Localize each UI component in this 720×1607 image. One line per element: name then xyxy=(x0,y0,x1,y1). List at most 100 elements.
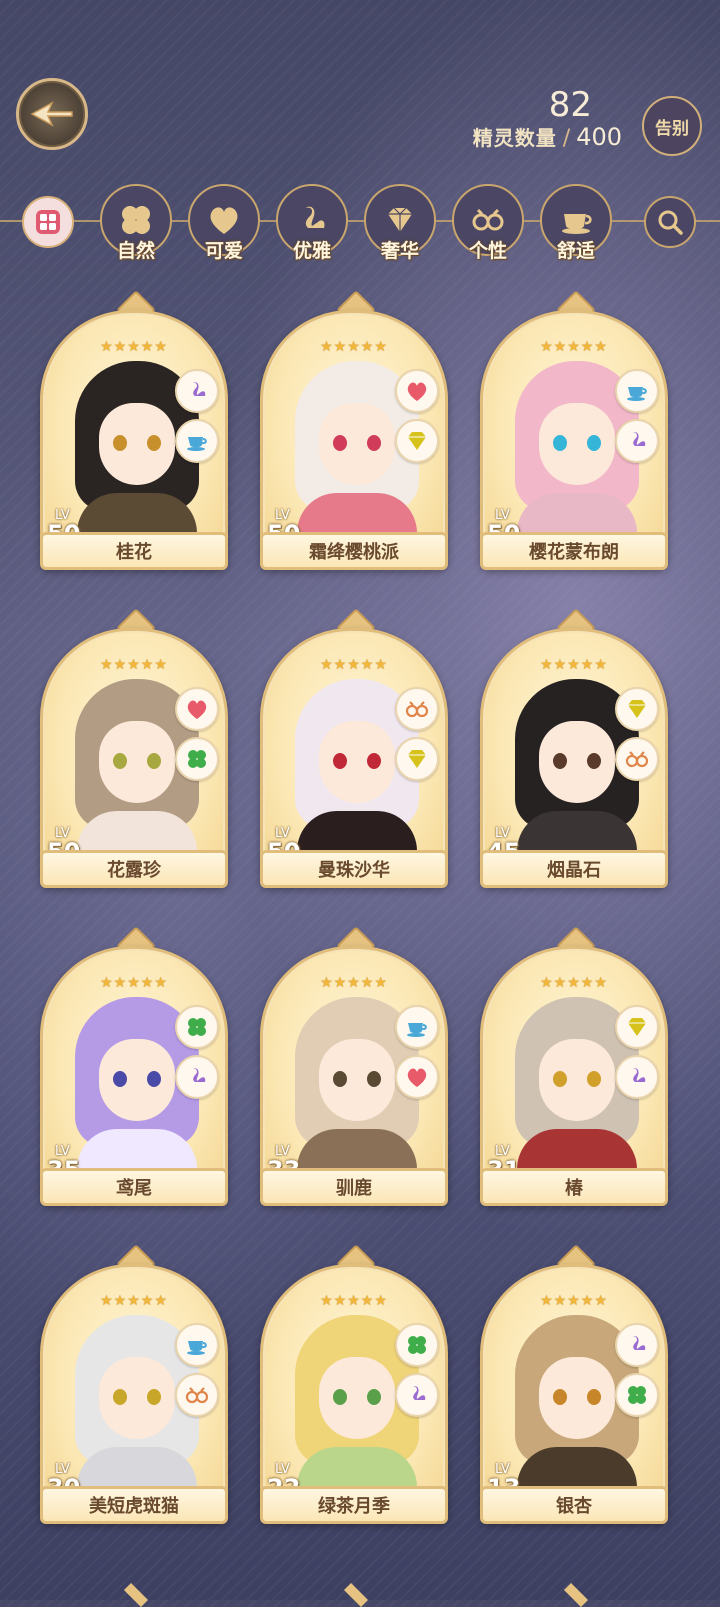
spirit-card[interactable]: ★★★★★ LV 30 美短虎斑猫 xyxy=(40,1244,228,1524)
rarity-stars: ★★★★★ xyxy=(320,339,388,355)
spirit-name: 樱花蒙布朗 xyxy=(480,532,668,570)
filter-all[interactable] xyxy=(10,184,82,256)
card-frame: ★★★★★ LV 50 xyxy=(480,310,668,568)
rarity-stars: ★★★★★ xyxy=(100,657,168,673)
swan-icon xyxy=(175,369,219,413)
rarity-stars: ★★★★★ xyxy=(320,975,388,991)
filter-luxury-label: 奢华 xyxy=(380,240,419,262)
spirit-card[interactable]: ★★★★★ LV 45 烟晶石 xyxy=(480,608,668,888)
farewell-label: 告别 xyxy=(655,118,689,139)
card-frame: ★★★★★ LV 35 xyxy=(40,946,228,1204)
card-frame: ★★★★★ LV 13 xyxy=(480,1264,668,1522)
diamond-icon xyxy=(395,737,439,781)
search-button[interactable] xyxy=(632,184,704,256)
spirit-card[interactable]: ★★★★★ LV 13 银杏 xyxy=(480,1244,668,1524)
rarity-stars: ★★★★★ xyxy=(540,657,608,673)
heart-icon xyxy=(395,369,439,413)
rarity-stars: ★★★★★ xyxy=(320,1293,388,1309)
card-frame: ★★★★★ LV 45 xyxy=(480,628,668,886)
spirit-name: 烟晶石 xyxy=(480,850,668,888)
spirit-name: 霜绛樱桃派 xyxy=(260,532,448,570)
diamond-icon xyxy=(615,687,659,731)
spirit-card[interactable]: ★★★★★ LV 35 鸢尾 xyxy=(40,926,228,1206)
clover-icon xyxy=(615,1373,659,1417)
spirit-card[interactable]: ★★★★★ LV 50 霜绛樱桃派 xyxy=(260,290,448,570)
card-frame: ★★★★★ LV 50 xyxy=(260,310,448,568)
teacup-icon xyxy=(562,214,592,234)
spirit-count-total: 400 xyxy=(576,123,622,151)
spirit-card[interactable]: ★★★★★ LV 31 椿 xyxy=(480,926,668,1206)
card-frame: ★★★★★ LV 31 xyxy=(480,946,668,1204)
glasses-icon xyxy=(615,737,659,781)
filter-nature-label: 自然 xyxy=(116,240,155,262)
slash-divider: / xyxy=(562,126,571,151)
spirit-card[interactable]: ★★★★★ LV 22 绿茶月季 xyxy=(260,1244,448,1524)
search-icon xyxy=(658,210,683,235)
rarity-stars: ★★★★★ xyxy=(100,339,168,355)
filter-elegant-label: 优雅 xyxy=(292,240,331,262)
swan-icon xyxy=(305,206,325,228)
spirit-card[interactable]: ★★★★★ LV 50 樱花蒙布朗 xyxy=(480,290,668,570)
spirit-card[interactable]: ★★★★★ LV 50 花露珍 xyxy=(40,608,228,888)
swan-icon xyxy=(615,1055,659,1099)
heart-icon xyxy=(210,207,238,234)
spirit-card[interactable]: ★★★★★ LV 33 驯鹿 xyxy=(260,926,448,1206)
spirit-name: 绿茶月季 xyxy=(260,1486,448,1524)
spirit-name: 银杏 xyxy=(480,1486,668,1524)
teacup-icon xyxy=(175,1323,219,1367)
heart-icon xyxy=(175,687,219,731)
swan-icon xyxy=(395,1373,439,1417)
spirit-card[interactable]: ★★★★★ LV 50 曼珠沙华 xyxy=(260,608,448,888)
back-button[interactable] xyxy=(16,78,88,150)
card-frame: ★★★★★ LV 30 xyxy=(40,1264,228,1522)
spirit-card[interactable]: ★★★★★ LV 50 桂花 xyxy=(40,290,228,570)
spirit-name: 桂花 xyxy=(40,532,228,570)
spirit-count: 82 精灵数量 / 400 xyxy=(473,88,622,151)
spirit-name: 椿 xyxy=(480,1168,668,1206)
heart-icon xyxy=(395,1055,439,1099)
glasses-icon xyxy=(175,1373,219,1417)
next-row-preview xyxy=(40,1582,680,1607)
teacup-icon xyxy=(175,419,219,463)
back-arrow-icon xyxy=(30,101,73,127)
teacup-icon xyxy=(395,1005,439,1049)
swan-icon xyxy=(615,419,659,463)
rarity-stars: ★★★★★ xyxy=(100,1293,168,1309)
card-frame: ★★★★★ LV 50 xyxy=(40,628,228,886)
teacup-icon xyxy=(615,369,659,413)
spirit-count-label: 精灵数量 xyxy=(472,126,557,150)
clover-icon xyxy=(175,737,219,781)
filter-luxury[interactable]: 奢华 xyxy=(364,184,436,262)
glasses-icon xyxy=(395,687,439,731)
filter-personality-label: 个性 xyxy=(468,240,507,262)
category-filter-bar: 自然 可爱 优雅 奢华 个性 舒适 xyxy=(0,182,720,262)
filter-comfort-label: 舒适 xyxy=(556,240,595,262)
card-frame: ★★★★★ LV 50 xyxy=(40,310,228,568)
diamond-icon xyxy=(395,419,439,463)
filter-personality[interactable]: 个性 xyxy=(452,184,524,262)
farewell-button[interactable]: 告别 xyxy=(642,96,702,156)
rarity-stars: ★★★★★ xyxy=(540,339,608,355)
clover-icon xyxy=(395,1323,439,1367)
grid-icon xyxy=(36,210,60,234)
swan-icon xyxy=(175,1055,219,1099)
rarity-stars: ★★★★★ xyxy=(540,975,608,991)
rarity-stars: ★★★★★ xyxy=(540,1293,608,1309)
clover-icon xyxy=(175,1005,219,1049)
filter-comfort[interactable]: 舒适 xyxy=(540,184,612,262)
spirit-name: 驯鹿 xyxy=(260,1168,448,1206)
filter-elegant[interactable]: 优雅 xyxy=(276,184,348,262)
card-frame: ★★★★★ LV 33 xyxy=(260,946,448,1204)
swan-icon xyxy=(615,1323,659,1367)
filter-cute[interactable]: 可爱 xyxy=(188,184,260,262)
spirit-name: 鸢尾 xyxy=(40,1168,228,1206)
rarity-stars: ★★★★★ xyxy=(100,975,168,991)
rarity-stars: ★★★★★ xyxy=(320,657,388,673)
spirit-count-current: 82 xyxy=(548,85,592,125)
glasses-icon xyxy=(472,208,504,231)
spirit-name: 美短虎斑猫 xyxy=(40,1486,228,1524)
filter-cute-label: 可爱 xyxy=(204,240,243,262)
card-frame: ★★★★★ LV 50 xyxy=(260,628,448,886)
filter-nature[interactable]: 自然 xyxy=(100,184,172,262)
spirit-name: 曼珠沙华 xyxy=(260,850,448,888)
